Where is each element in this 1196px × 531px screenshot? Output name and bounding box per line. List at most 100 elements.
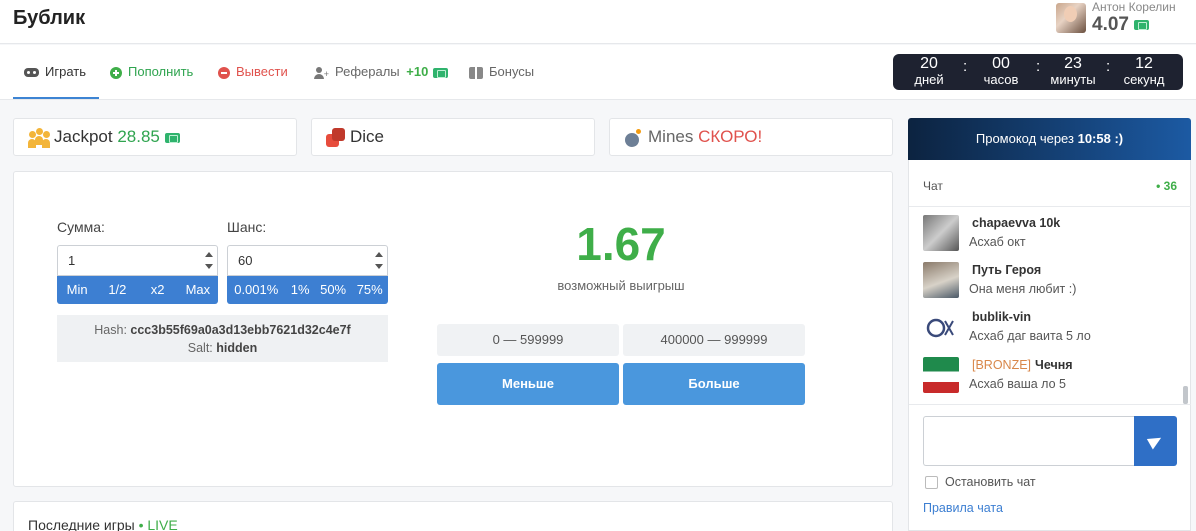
seconds-value: 12 xyxy=(1135,55,1153,72)
game-card-mines[interactable]: Mines СКОРО! xyxy=(609,118,893,156)
chat-author[interactable]: bublik-vin xyxy=(972,310,1031,324)
bet-less-button[interactable]: Меньше xyxy=(437,363,619,405)
salt-row: Salt: hidden xyxy=(57,339,388,357)
tab-deposit-label: Пополнить xyxy=(128,64,194,79)
tab-referrals-label: Рефералы xyxy=(335,64,400,79)
chat-message: bublik-vin Асхаб даг ваита 5 ло xyxy=(923,307,1173,347)
amount-input[interactable]: 1 xyxy=(57,245,218,276)
promo-text: Промокод через xyxy=(975,131,1074,146)
minutes-value: 23 xyxy=(1064,55,1082,72)
money-icon xyxy=(1133,19,1149,30)
chance-75-button[interactable]: 75% xyxy=(351,276,388,304)
game-card-dice[interactable]: Dice xyxy=(311,118,595,156)
days-label: дней xyxy=(914,72,944,87)
mines-status: СКОРО! xyxy=(698,127,763,146)
recent-games-title: Последние игры • LIVE xyxy=(28,517,178,531)
seconds-label: секунд xyxy=(1123,72,1165,87)
chat-message: Путь Героя Она меня любит :) xyxy=(923,260,1173,300)
amount-value: 1 xyxy=(68,253,76,268)
bomb-icon xyxy=(624,128,644,148)
chat-message-input[interactable] xyxy=(923,416,1135,466)
amount-min-button[interactable]: Min xyxy=(57,276,97,304)
countdown-timer: 20 дней : 00 часов : 23 минуты : 12 секунд xyxy=(893,54,1183,90)
chat-message: chapaevva 10k Асхаб окт xyxy=(923,213,1173,253)
user-avatar[interactable] xyxy=(1056,3,1086,33)
live-badge: • LIVE xyxy=(138,517,178,531)
tab-bonuses[interactable]: Бонусы xyxy=(469,45,534,99)
hash-value: ccc3b55f69a0a3d13ebb7621d32c4e7f xyxy=(130,323,351,337)
send-button[interactable] xyxy=(1134,416,1177,466)
provably-fair-info: Hash: ccc3b55f69a0a3d13ebb7621d32c4e7f S… xyxy=(57,315,388,362)
user-plus-icon: + xyxy=(314,66,329,79)
stop-chat-checkbox[interactable] xyxy=(925,476,938,489)
money-icon xyxy=(164,132,180,143)
countdown-minutes: 23 минуты xyxy=(1048,55,1098,87)
avatar[interactable] xyxy=(923,357,959,393)
timer-separator: : xyxy=(1106,58,1111,75)
divider xyxy=(909,404,1191,405)
chat-author[interactable]: Путь Героя xyxy=(972,263,1041,277)
amount-label: Сумма: xyxy=(57,219,105,235)
chance-0001-button[interactable]: 0.001% xyxy=(227,276,286,304)
user-balance: 4.07 xyxy=(1092,14,1149,36)
stop-chat-label[interactable]: Остановить чат xyxy=(945,475,1036,489)
people-icon xyxy=(28,127,50,148)
chat-author[interactable]: chapaevva 10k xyxy=(972,216,1060,230)
range-low: 0 — 599999 xyxy=(437,324,619,356)
mines-label: Mines xyxy=(648,127,694,146)
countdown-seconds: 12 секунд xyxy=(1119,55,1169,87)
gamepad-icon xyxy=(24,68,39,78)
chance-1-button[interactable]: 1% xyxy=(286,276,315,304)
divider xyxy=(909,206,1191,207)
countdown-days: 20 дней xyxy=(904,55,954,87)
possible-win-label: возможный выигрыш xyxy=(557,278,685,293)
amount-button-group: Min 1/2 x2 Max xyxy=(57,276,218,304)
bublik-logo-icon xyxy=(926,318,954,338)
amount-max-button[interactable]: Max xyxy=(178,276,218,304)
avatar[interactable] xyxy=(923,262,959,298)
chat-text: Асхаб ваша ло 5 xyxy=(969,377,1066,391)
recent-title-text: Последние игры xyxy=(28,517,135,531)
avatar[interactable] xyxy=(923,309,959,345)
chat-author-name: Чечня xyxy=(1035,358,1073,372)
avatar[interactable] xyxy=(923,215,959,251)
brand-logo[interactable]: Бублик xyxy=(13,7,85,30)
chat-online-count: • 36 xyxy=(1156,179,1177,193)
salt-value: hidden xyxy=(216,341,258,355)
dice-label: Dice xyxy=(350,127,385,146)
chat-text: Она меня любит :) xyxy=(969,282,1077,296)
range-high: 400000 — 999999 xyxy=(623,324,805,356)
promo-time: 10:58 :) xyxy=(1077,131,1124,146)
chance-50-button[interactable]: 50% xyxy=(315,276,352,304)
tab-play[interactable]: Играть xyxy=(13,45,99,99)
top-header: Бублик Антон Корелин 4.07 xyxy=(0,0,1196,44)
salt-label: Salt: xyxy=(187,341,213,355)
tab-play-label: Играть xyxy=(45,64,86,79)
game-card-jackpot[interactable]: Jackpot 28.85 xyxy=(13,118,297,156)
tab-withdraw-label: Вывести xyxy=(236,64,288,79)
amount-double-button[interactable]: x2 xyxy=(138,276,178,304)
tab-deposit[interactable]: Пополнить xyxy=(110,45,193,99)
hash-row: Hash: ccc3b55f69a0a3d13ebb7621d32c4e7f xyxy=(57,321,388,339)
tab-referrals[interactable]: + Рефералы +10 xyxy=(314,45,449,99)
days-value: 20 xyxy=(920,55,938,72)
user-name: Антон Корелин xyxy=(1092,0,1176,14)
chance-stepper[interactable] xyxy=(372,247,386,274)
chat-rules-link[interactable]: Правила чата xyxy=(923,501,1003,515)
rank-badge: [BRONZE] xyxy=(972,358,1032,372)
amount-stepper[interactable] xyxy=(202,247,216,274)
chat-text: Асхаб даг ваита 5 ло xyxy=(969,329,1091,343)
tab-bonuses-label: Бонусы xyxy=(489,64,535,79)
chat-scrollbar[interactable] xyxy=(1183,386,1188,404)
dice-icon xyxy=(326,127,346,148)
amount-half-button[interactable]: 1/2 xyxy=(97,276,137,304)
bet-more-button[interactable]: Больше xyxy=(623,363,805,405)
tab-withdraw[interactable]: Вывести xyxy=(218,45,288,99)
chat-message: [BRONZE] Чечня Асхаб ваша ло 5 xyxy=(923,355,1173,395)
jackpot-label: Jackpot xyxy=(54,127,113,146)
minutes-label: минуты xyxy=(1050,72,1096,87)
chat-author[interactable]: [BRONZE] Чечня xyxy=(972,358,1073,372)
user-profile[interactable]: Антон Корелин 4.07 xyxy=(1056,0,1188,40)
chance-input[interactable]: 60 xyxy=(227,245,388,276)
chat-title: Чат xyxy=(923,179,943,193)
